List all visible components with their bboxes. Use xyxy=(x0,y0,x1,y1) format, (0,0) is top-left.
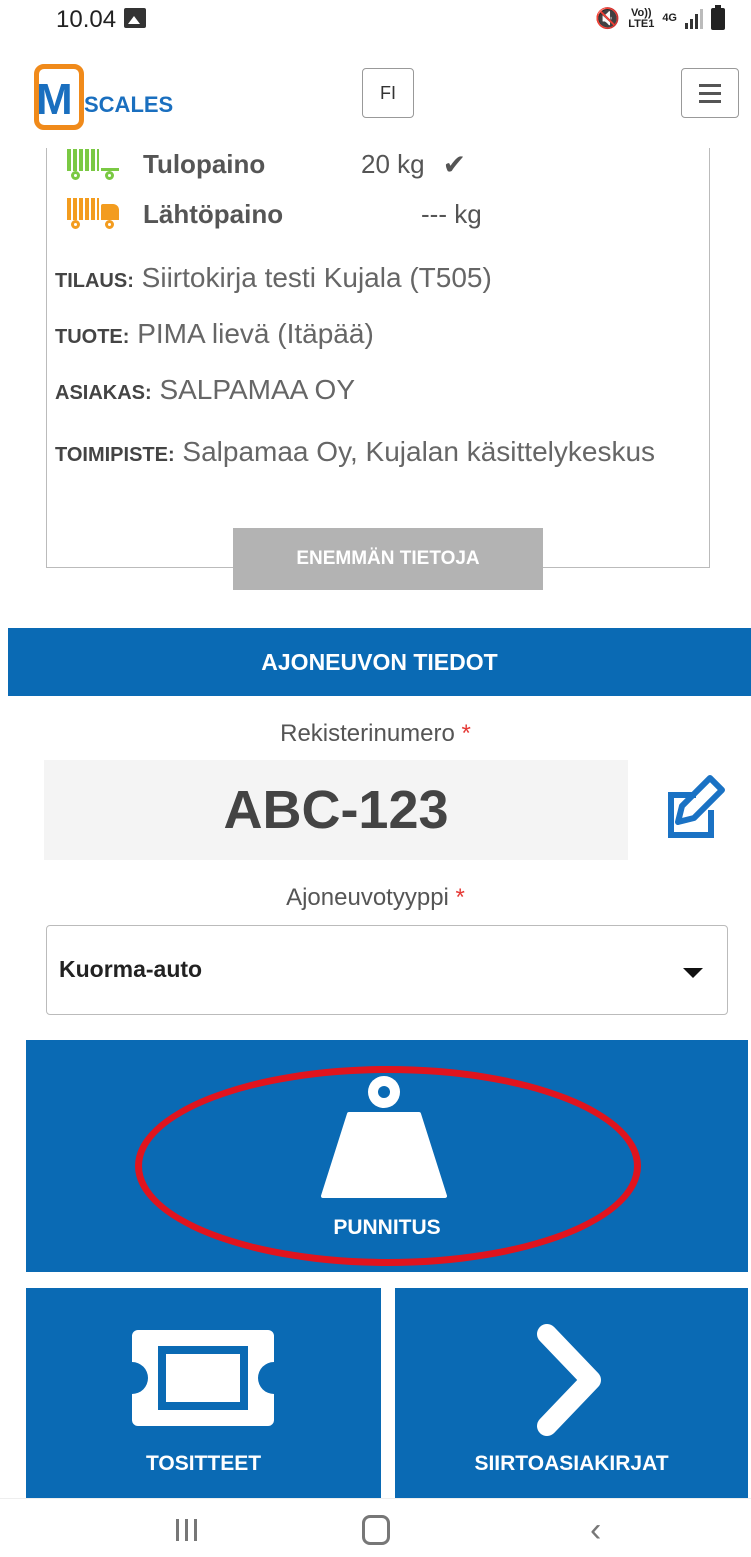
truck-orange-icon xyxy=(67,198,121,230)
order-value: Siirtokirja testi Kujala (T505) xyxy=(141,262,492,293)
chevron-right-icon xyxy=(537,1324,601,1436)
outgoing-weight-label: Lähtöpaino xyxy=(143,198,284,229)
vehicle-type-label: Ajoneuvotyyppi * xyxy=(0,884,751,912)
logo-text: SCALES xyxy=(84,92,174,117)
plate-number-display: ABC-123 xyxy=(44,760,628,860)
battery-icon xyxy=(711,4,725,30)
system-navigation-bar: ‹ xyxy=(0,1498,751,1557)
back-icon[interactable]: ‹ xyxy=(590,1513,601,1547)
logo-letter: M xyxy=(36,75,73,124)
site-line: TOIMIPISTE: Salpamaa Oy, Kujalan käsitte… xyxy=(55,432,695,475)
weight-icon xyxy=(321,1076,447,1198)
status-bar: 10.04 🔇 Vo)) LTE1 4G xyxy=(0,0,751,40)
order-info-card: Tulopaino 20 kg ✔ Lähtöpaino --- kg TILA… xyxy=(46,148,710,590)
product-key: TUOTE: xyxy=(55,326,130,348)
site-value: Salpamaa Oy, Kujalan käsittelykeskus xyxy=(182,436,656,467)
transfer-documents-label: SIIRTOASIAKIRJAT xyxy=(474,1452,669,1475)
ticket-icon xyxy=(132,1330,274,1426)
vehicle-type-value: Kuorma-auto xyxy=(59,956,203,982)
status-icons: 🔇 Vo)) LTE1 4G xyxy=(595,4,725,31)
network-type: 4G xyxy=(662,12,677,24)
truck-green-icon xyxy=(67,148,121,181)
receipts-button[interactable]: TOSITTEET xyxy=(26,1288,381,1500)
home-icon[interactable] xyxy=(362,1515,390,1545)
volte-indicator: Vo)) LTE1 xyxy=(628,6,655,30)
app-header: M SCALES FI xyxy=(0,48,751,148)
vehicle-type-select[interactable]: Kuorma-auto xyxy=(46,925,728,1015)
site-key: TOIMIPISTE: xyxy=(55,444,175,466)
caret-down-icon xyxy=(683,968,703,978)
language-button[interactable]: FI xyxy=(362,68,414,118)
customer-line: ASIAKAS: SALPAMAA OY xyxy=(55,370,695,413)
mscales-logo[interactable]: M SCALES xyxy=(34,64,194,132)
gallery-notification-icon xyxy=(124,8,146,28)
vehicle-section-header: AJONEUVON TIEDOT xyxy=(8,628,751,696)
edit-icon[interactable] xyxy=(658,772,728,842)
customer-key: ASIAKAS: xyxy=(55,382,152,404)
product-line: TUOTE: PIMA lievä (Itäpää) xyxy=(55,314,695,357)
incoming-weight-label: Tulopaino xyxy=(143,149,266,179)
order-line: TILAUS: Siirtokirja testi Kujala (T505) xyxy=(55,258,695,301)
volte-label: Vo)) xyxy=(630,6,652,19)
order-key: TILAUS: xyxy=(55,270,134,292)
plate-label-text: Rekisterinumero xyxy=(280,720,455,747)
outgoing-weight-value: --- kg xyxy=(421,198,482,229)
customer-value: SALPAMAA OY xyxy=(159,374,356,405)
required-mark: * xyxy=(461,720,471,747)
required-mark: * xyxy=(455,884,465,911)
mute-icon: 🔇 xyxy=(595,8,621,30)
receipts-label: TOSITTEET xyxy=(145,1452,262,1475)
checkmark-icon: ✔ xyxy=(442,149,467,180)
vehicle-type-label-text: Ajoneuvotyyppi xyxy=(286,884,449,911)
weighing-label: PUNNITUS xyxy=(333,1216,441,1239)
signal-icon xyxy=(685,8,703,29)
weighing-button[interactable]: PUNNITUS xyxy=(26,1040,748,1272)
lte-label: LTE1 xyxy=(628,17,655,30)
outgoing-weight-row: Lähtöpaino --- kg xyxy=(67,198,482,230)
transfer-documents-button[interactable]: SIIRTOASIAKIRJAT xyxy=(395,1288,748,1500)
product-value: PIMA lievä (Itäpää) xyxy=(137,318,374,349)
status-time: 10.04 xyxy=(56,6,117,33)
more-info-button[interactable]: ENEMMÄN TIETOJA xyxy=(233,528,543,590)
incoming-weight-row: Tulopaino 20 kg ✔ xyxy=(67,148,466,181)
incoming-weight-value: 20 kg xyxy=(361,149,425,179)
recent-apps-icon[interactable] xyxy=(176,1519,197,1541)
hamburger-menu-icon[interactable] xyxy=(681,68,739,118)
plate-label: Rekisterinumero * xyxy=(0,720,751,748)
